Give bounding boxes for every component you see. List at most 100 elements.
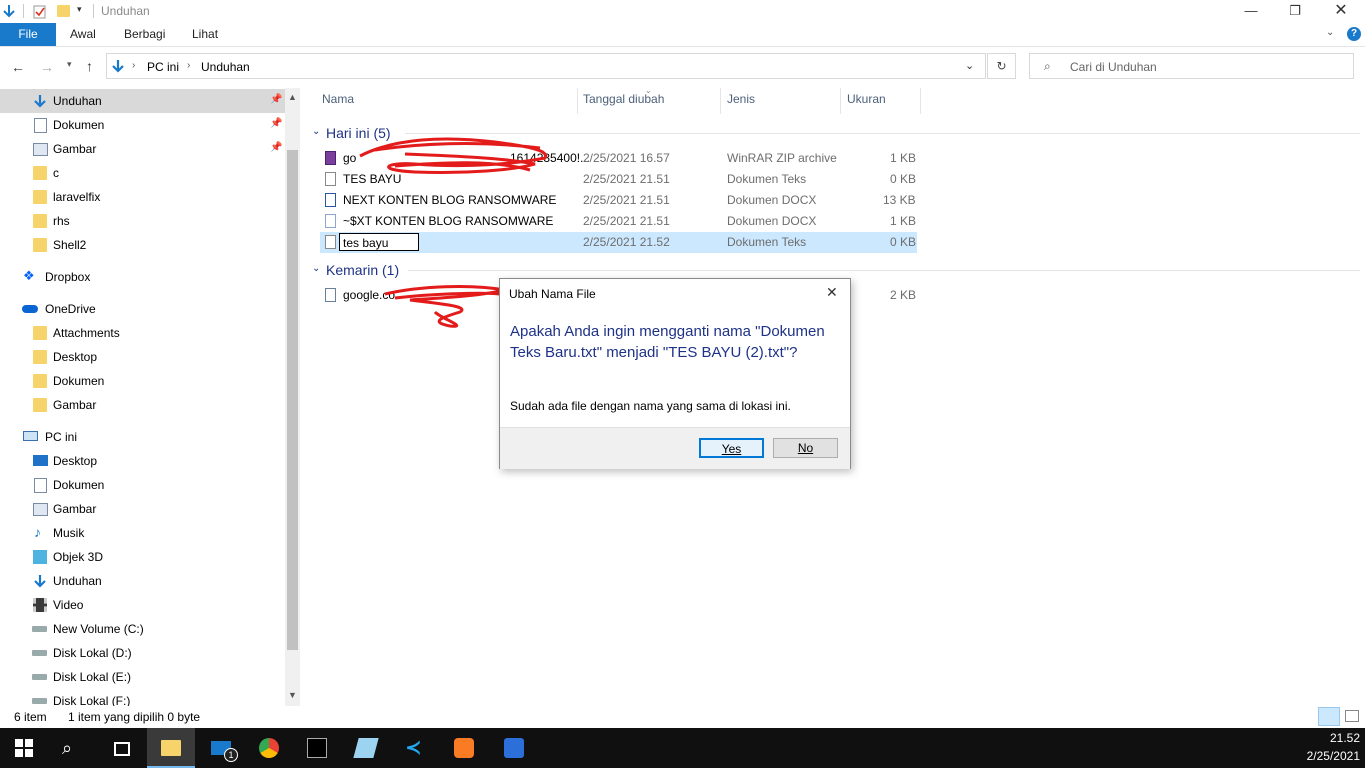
nav-item-onedrive-pictures[interactable]: Gambar [0,393,285,417]
column-header-date[interactable]: Tanggal diubah [583,92,664,116]
nav-item-label: Gambar [53,398,97,412]
back-arrow-icon[interactable]: ← [11,59,25,75]
nav-item-pc-videos[interactable]: Video [0,593,285,617]
download-arrow-icon[interactable] [2,4,16,18]
no-button[interactable]: No [773,438,838,458]
nav-item-label: Disk Lokal (D:) [53,646,132,660]
expand-ribbon-chevron-icon[interactable]: ⌄ [1326,27,1334,38]
properties-icon[interactable] [33,4,47,19]
clock-date[interactable]: 2/25/2021 [1290,749,1360,763]
dialog-detail: Sudah ada file dengan nama yang sama di … [510,399,791,413]
download-arrow-icon [34,575,46,588]
address-dropdown-chevron-icon[interactable]: ⌄ [965,59,974,72]
nav-item-onedrive[interactable]: OneDrive [0,297,285,321]
nav-item-folder-rhs[interactable]: rhs [0,209,285,233]
pin-icon[interactable]: 📌 [270,142,282,153]
nav-item-drive-e[interactable]: Disk Lokal (E:) [0,665,285,689]
column-divider[interactable] [840,88,841,114]
large-icons-view-icon[interactable] [1345,710,1359,722]
column-divider[interactable] [720,88,721,114]
pin-icon[interactable]: 📌 [270,94,282,105]
file-row-selected[interactable]: tes bayu 2/25/2021 21.52 Dokumen Teks 0 … [320,232,917,253]
scroll-down-chevron-icon[interactable]: ▼ [288,690,297,700]
nav-item-pc-music[interactable]: ♪ Musik [0,521,285,545]
yes-button[interactable]: Yes [699,438,764,458]
no-button-label: No [797,441,814,455]
nav-item-pictures[interactable]: Gambar 📌 [0,137,285,161]
taskbar-mail[interactable]: 1 [197,728,245,768]
column-divider[interactable] [577,88,578,114]
nav-item-pc-documents[interactable]: Dokumen [0,473,285,497]
nav-scrollbar-thumb[interactable] [287,150,298,650]
taskbar-chrome[interactable] [245,728,293,768]
column-header-type[interactable]: Jenis [727,92,755,116]
breadcrumb-pc[interactable]: PC ini [147,60,179,74]
forward-arrow-icon[interactable]: → [40,59,54,75]
file-size: 1 KB [890,214,917,228]
taskbar-file-explorer[interactable] [147,728,195,768]
breadcrumb-downloads[interactable]: Unduhan [201,60,250,74]
divider [23,4,24,18]
nav-item-drive-f[interactable]: Disk Lokal (F:) [0,689,285,706]
taskbar-search-button[interactable]: ⌕ [48,728,96,768]
up-arrow-icon[interactable]: ↑ [86,58,93,74]
nav-item-pc-downloads[interactable]: Unduhan [0,569,285,593]
nav-item-pc-3d-objects[interactable]: Objek 3D [0,545,285,569]
column-divider[interactable] [920,88,921,114]
maximize-button[interactable]: ❐ [1272,0,1318,23]
start-button[interactable] [0,728,48,768]
help-icon[interactable]: ? [1347,27,1361,41]
taskbar-xampp[interactable] [440,728,488,768]
group-header-yesterday[interactable]: Kemarin (1) [326,262,399,278]
task-view-button[interactable] [96,728,144,768]
nav-item-this-pc[interactable]: PC ini [0,425,285,449]
search-box[interactable]: ⌕ Cari di Unduhan [1029,53,1354,79]
taskbar-terminal[interactable] [293,728,341,768]
column-header-name[interactable]: Nama [322,92,354,116]
rename-input[interactable]: tes bayu [339,233,419,251]
address-bar[interactable]: › PC ini › Unduhan ⌄ [106,53,986,79]
nav-item-folder-laravelfix[interactable]: laravelfix [0,185,285,209]
nav-item-folder-shell2[interactable]: Shell2 [0,233,285,257]
refresh-button[interactable]: ↻ [987,53,1016,79]
nav-item-dropbox[interactable]: ❖ Dropbox [0,265,285,289]
scroll-up-chevron-icon[interactable]: ▲ [288,92,297,102]
nav-item-onedrive-desktop[interactable]: Desktop [0,345,285,369]
file-date: 2/25/2021 21.52 [583,235,670,249]
collapse-group-chevron-icon[interactable]: ⌄ [312,263,320,274]
web-file-icon [325,288,336,302]
drive-icon [32,626,47,632]
recent-locations-chevron-icon[interactable]: ▾ [67,59,72,70]
nav-item-drive-d[interactable]: Disk Lokal (D:) [0,641,285,665]
nav-item-documents[interactable]: Dokumen 📌 [0,113,285,137]
customize-quick-access-chevron-icon[interactable]: ▾ [77,4,82,15]
search-input[interactable]: Cari di Unduhan [1070,60,1157,74]
nav-item-folder-c[interactable]: c [0,161,285,185]
tab-view[interactable]: Lihat [192,27,218,41]
file-row[interactable]: ~$XT KONTEN BLOG RANSOMWARE 2/25/2021 21… [320,211,917,232]
clock-time[interactable]: 21.52 [1300,731,1360,745]
taskbar-wps[interactable] [490,728,538,768]
taskbar-vscode[interactable]: ≺ [391,728,439,768]
nav-item-label: Desktop [53,350,98,364]
close-button[interactable]: ✕ [1318,0,1364,23]
nav-item-drive-c[interactable]: New Volume (C:) [0,617,285,641]
details-view-icon[interactable] [1318,707,1340,726]
taskbar-notepad[interactable] [342,728,390,768]
column-header-size[interactable]: Ukuran [847,92,886,116]
new-folder-icon[interactable] [57,5,70,17]
nav-item-onedrive-documents[interactable]: Dokumen [0,369,285,393]
minimize-button[interactable]: — [1228,0,1274,23]
nav-item-downloads[interactable]: Unduhan 📌 [0,89,285,113]
dialog-close-icon[interactable]: ✕ [826,284,838,301]
divider [93,4,94,18]
tab-file[interactable]: File [0,23,56,46]
collapse-group-chevron-icon[interactable]: ⌄ [312,126,320,137]
nav-item-onedrive-attachments[interactable]: Attachments [0,321,285,345]
tab-home[interactable]: Awal [70,27,96,41]
tab-share[interactable]: Berbagi [124,27,165,41]
pin-icon[interactable]: 📌 [270,118,282,129]
nav-item-pc-pictures[interactable]: Gambar [0,497,285,521]
file-row[interactable]: NEXT KONTEN BLOG RANSOMWARE 2/25/2021 21… [320,190,917,211]
nav-item-pc-desktop[interactable]: Desktop [0,449,285,473]
